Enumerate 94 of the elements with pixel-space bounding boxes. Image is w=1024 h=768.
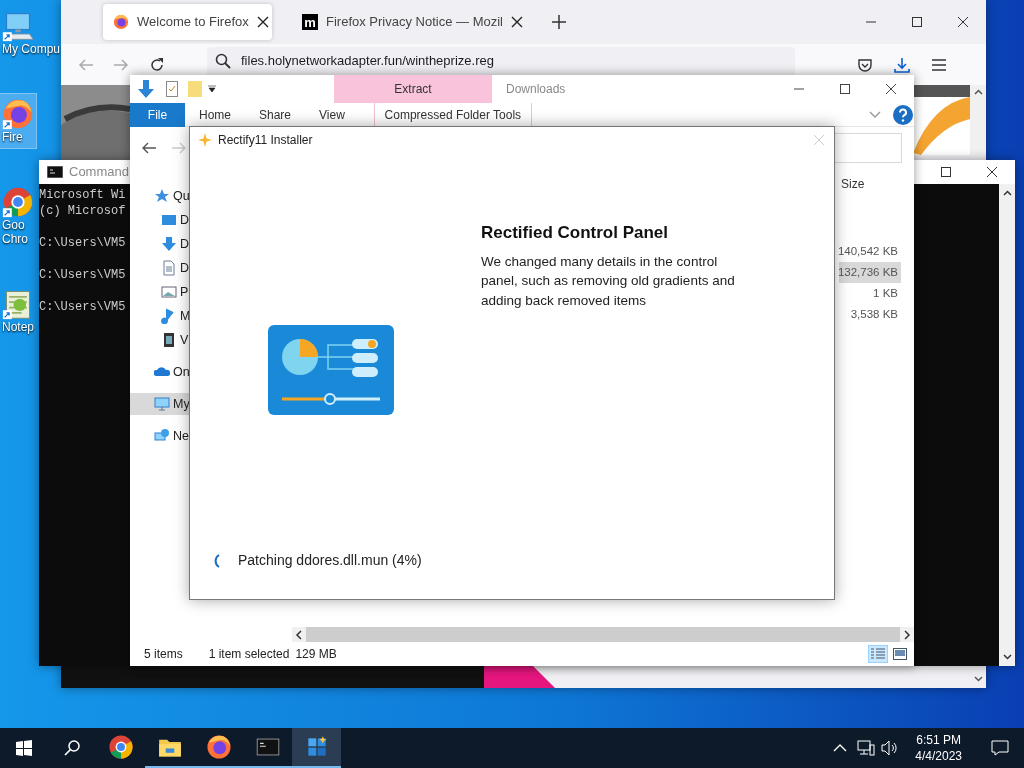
table-cell[interactable]: 132,736 KB xyxy=(839,262,901,283)
console-line: Microsoft Wi xyxy=(39,187,127,203)
download-icon xyxy=(161,236,177,252)
document-icon xyxy=(161,260,177,276)
picture-icon xyxy=(161,284,177,300)
film-icon xyxy=(161,332,177,348)
navigation-item[interactable]: P xyxy=(130,281,189,303)
vertical-scrollbar[interactable] xyxy=(999,184,1015,666)
search-icon xyxy=(215,53,231,69)
status-text: 129 MB xyxy=(295,646,337,663)
column-header[interactable]: Size xyxy=(839,169,901,199)
chrome-icon xyxy=(2,186,34,218)
new-tab-icon[interactable] xyxy=(552,15,566,29)
chrome-icon xyxy=(107,734,134,760)
start-icon[interactable] xyxy=(16,740,32,756)
list-icon xyxy=(871,648,885,660)
download-icon[interactable] xyxy=(894,56,910,73)
navigation-item[interactable]: Ne xyxy=(130,425,189,447)
close-icon[interactable] xyxy=(958,17,968,27)
scroll-up-icon[interactable] xyxy=(1002,190,1012,196)
star-icon xyxy=(154,188,170,204)
ribbon-group-label: Extract xyxy=(334,75,492,103)
scroll-down-icon[interactable] xyxy=(1002,654,1012,660)
computer-icon xyxy=(2,10,34,42)
ribbon-tab[interactable]: View xyxy=(305,102,359,127)
download-icon[interactable] xyxy=(138,80,154,98)
navigation-item[interactable]: My xyxy=(130,393,189,415)
taskbar-app[interactable] xyxy=(292,728,341,768)
progress-text: Patching ddores.dll.mun (4%) xyxy=(238,551,422,570)
dropdown-icon[interactable] xyxy=(208,85,216,93)
chevron-icon[interactable] xyxy=(869,110,881,119)
console-line: (c) Microsof xyxy=(39,203,127,219)
maximize-icon[interactable] xyxy=(912,17,922,27)
status-text: 5 items xyxy=(144,646,183,663)
window-title: Rectify11 Installer xyxy=(218,132,313,149)
navigation-item[interactable]: D xyxy=(130,209,189,231)
navigation-item[interactable]: Qu xyxy=(130,185,189,207)
heading: Rectified Control Panel xyxy=(481,222,670,244)
navigation-item[interactable]: V xyxy=(130,329,189,351)
site-logo: m xyxy=(302,14,318,30)
table-cell[interactable]: 140,542 KB xyxy=(839,241,901,262)
navigation-item[interactable]: D xyxy=(130,233,189,255)
image-icon xyxy=(893,648,907,660)
scroll-down-icon[interactable] xyxy=(973,676,983,682)
desktop-icon xyxy=(161,212,177,228)
console-line: C:\Users\VM5 xyxy=(39,235,127,251)
loading-spinner xyxy=(212,553,220,568)
file-menu-button[interactable]: File xyxy=(130,102,185,127)
sparkle-icon xyxy=(198,133,212,147)
firefox-icon xyxy=(205,734,232,760)
clock[interactable]: 6:51 PM 4/4/2023 xyxy=(907,732,970,764)
ribbon-tab[interactable]: Home xyxy=(185,102,245,127)
window-title: Downloads xyxy=(506,81,566,98)
vertical-scrollbar[interactable] xyxy=(970,85,986,157)
back-icon[interactable] xyxy=(142,142,156,154)
network-icon xyxy=(154,428,170,444)
menu-icon[interactable] xyxy=(931,56,947,73)
network-icon[interactable] xyxy=(857,740,876,756)
close-icon[interactable] xyxy=(987,167,997,177)
navigation-item[interactable]: M xyxy=(130,305,189,327)
address-bar[interactable]: files.holynetworkadapter.fun/wintheprize.reg xyxy=(207,47,795,75)
firefox-icon xyxy=(2,98,34,130)
table-cell[interactable]: 3,538 KB xyxy=(839,304,901,325)
contextual-ribbon-tab[interactable]: Compressed Folder Tools xyxy=(373,102,532,127)
notification-icon[interactable] xyxy=(991,740,1009,756)
terminal-icon xyxy=(47,166,63,178)
close-icon[interactable] xyxy=(256,16,269,28)
console-line: C:\Users\VM5 xyxy=(39,299,127,315)
chevron-up-icon[interactable] xyxy=(833,744,848,752)
computer-icon xyxy=(154,396,170,412)
table-cell[interactable]: 1 KB xyxy=(839,283,901,304)
firefox-icon xyxy=(113,14,129,30)
description: We changed many details in the control panel, such as removing old gradients and adding back removed items xyxy=(481,252,736,310)
navigation-item[interactable]: On xyxy=(130,361,189,383)
ribbon-tab[interactable]: Share xyxy=(245,102,306,127)
close-icon[interactable] xyxy=(511,16,523,28)
help-icon[interactable] xyxy=(893,104,913,125)
maximize-icon[interactable] xyxy=(941,167,951,177)
volume-icon[interactable] xyxy=(881,740,900,756)
pocket-icon[interactable] xyxy=(857,56,873,73)
navigation-item[interactable]: D xyxy=(130,257,189,279)
browser-tab[interactable]: Welcome to Firefox xyxy=(103,4,272,40)
window-title: Command xyxy=(69,163,129,182)
reload-icon[interactable] xyxy=(149,56,165,73)
close-icon[interactable] xyxy=(886,84,896,94)
scroll-up-icon[interactable] xyxy=(973,89,983,95)
horizontal-scrollbar[interactable] xyxy=(292,627,914,642)
status-text: 1 item selected xyxy=(208,646,290,663)
properties-icon[interactable] xyxy=(166,81,178,97)
maximize-icon[interactable] xyxy=(840,84,850,94)
search-icon[interactable] xyxy=(64,740,80,756)
large-icons-view-button[interactable] xyxy=(890,645,910,663)
browser-tab[interactable]: m Firefox Privacy Notice — Mozil xyxy=(292,4,528,40)
console-line: C:\Users\VM5 xyxy=(39,267,127,283)
